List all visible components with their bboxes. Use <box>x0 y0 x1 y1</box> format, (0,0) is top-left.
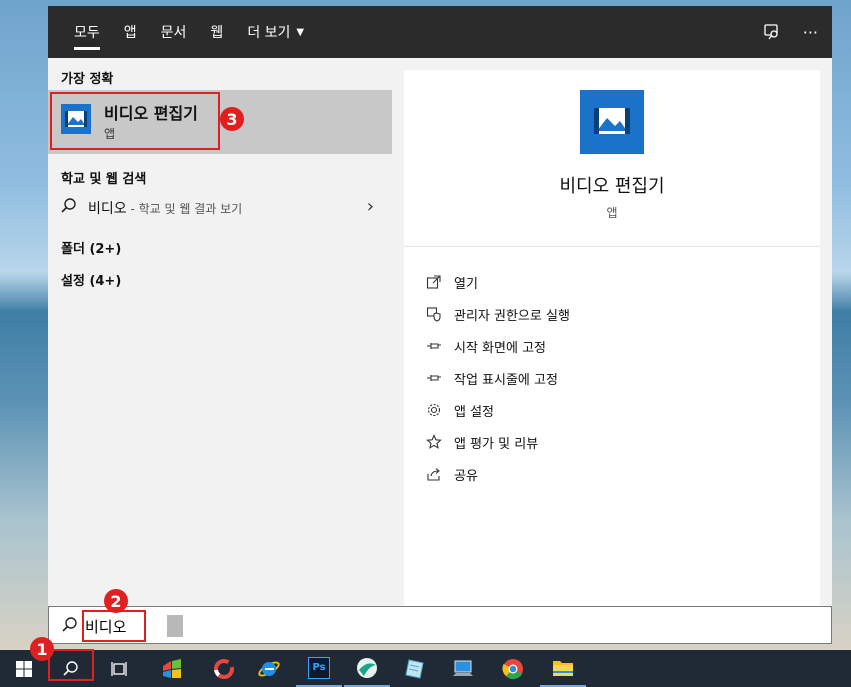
highlight-search-button <box>48 649 94 681</box>
feedback-icon[interactable] <box>763 23 781 41</box>
web-search-header: 학교 및 웹 검색 <box>61 172 147 187</box>
photoshop-icon: Ps <box>308 656 330 679</box>
action-label: 앱 평가 및 리뷰 <box>454 436 539 452</box>
action-label: 관리자 권한으로 실행 <box>454 308 570 324</box>
action-pin-start[interactable]: 시작 화면에 고정 <box>426 330 570 362</box>
tab-all[interactable]: 모두 <box>62 6 112 58</box>
chevron-right-icon[interactable]: › <box>367 196 374 217</box>
folders-header[interactable]: 폴더 (2+) <box>61 238 121 257</box>
chrome-icon <box>502 658 523 679</box>
internet-explorer-icon <box>258 661 280 676</box>
divider <box>404 246 820 247</box>
action-label: 열기 <box>454 276 478 292</box>
taskbar-app-photoshop[interactable]: Ps <box>296 650 342 687</box>
video-editor-large-icon <box>580 90 644 154</box>
taskbar-app-circle[interactable] <box>200 650 248 687</box>
folder-icon <box>553 660 573 676</box>
preview-app-name: 비디오 편집기 <box>559 176 665 197</box>
tab-web[interactable]: 웹 <box>198 6 235 58</box>
tab-label: 문서 <box>160 25 187 41</box>
tab-label: 모두 <box>74 25 100 41</box>
web-search-hint: - 학교 및 웹 결과 보기 <box>126 202 243 216</box>
highlight-search-text <box>82 610 146 642</box>
action-label: 시작 화면에 고정 <box>454 340 546 356</box>
web-search-item[interactable]: 비디오 - 학교 및 웹 결과 보기 › <box>48 190 392 224</box>
tab-documents[interactable]: 문서 <box>149 6 199 58</box>
highlight-best-match <box>50 92 220 150</box>
windows-flag-icon <box>163 658 181 678</box>
search-icon <box>60 197 78 219</box>
settings-header[interactable]: 설정 (4+) <box>61 270 121 289</box>
taskbar-app-ie[interactable] <box>246 650 292 687</box>
tab-label: 앱 <box>123 25 137 41</box>
gear-icon <box>426 402 454 418</box>
tab-label: 더 보기 <box>247 25 291 41</box>
preview-app-type: 앱 <box>606 206 618 220</box>
preview-pane: 비디오 편집기 앱 열기 관리자 권한으로 실행 시작 화면에 고정 작업 표시… <box>404 70 820 606</box>
windows-logo-icon <box>16 660 32 677</box>
search-tabs: 모두 앱 문서 웹 더 보기 ▼ <box>62 6 316 58</box>
more-options-button[interactable]: ··· <box>803 23 818 42</box>
action-open[interactable]: 열기 <box>426 266 570 298</box>
web-search-query: 비디오 <box>88 201 127 217</box>
text-cursor <box>167 615 183 637</box>
search-icon <box>61 616 79 638</box>
taskbar-app-notes[interactable] <box>392 650 438 687</box>
pin-icon <box>426 370 454 386</box>
step-badge-1: 1 <box>30 637 54 661</box>
taskbar: Ps <box>0 650 851 687</box>
step-badge-2: 2 <box>104 589 128 613</box>
app-ring-icon <box>214 658 234 679</box>
taskbar-app-file-explorer[interactable] <box>540 650 586 687</box>
open-icon <box>426 274 454 290</box>
tab-label: 웹 <box>210 25 224 41</box>
action-rate-review[interactable]: 앱 평가 및 리뷰 <box>426 426 570 458</box>
share-icon <box>426 466 454 482</box>
search-scope-bar: 모두 앱 문서 웹 더 보기 ▼ ··· <box>48 6 832 58</box>
step-badge-3: 3 <box>220 107 244 131</box>
best-match-header: 가장 정확 <box>61 72 114 87</box>
action-list: 열기 관리자 권한으로 실행 시작 화면에 고정 작업 표시줄에 고정 앱 설정… <box>426 266 570 490</box>
taskbar-app-computer[interactable] <box>440 650 486 687</box>
this-pc-icon <box>453 660 473 676</box>
swirl-app-icon <box>357 657 377 678</box>
taskbar-app-chrome[interactable] <box>490 650 536 687</box>
tab-more[interactable]: 더 보기 ▼ <box>235 6 316 58</box>
tab-apps[interactable]: 앱 <box>112 6 149 58</box>
shield-icon <box>426 306 454 322</box>
caret-down-icon: ▼ <box>296 26 305 38</box>
action-share[interactable]: 공유 <box>426 458 570 490</box>
task-view-icon <box>111 661 127 676</box>
taskbar-search-box <box>48 606 832 644</box>
action-run-as-admin[interactable]: 관리자 권한으로 실행 <box>426 298 570 330</box>
task-view-button[interactable] <box>96 650 142 687</box>
star-icon <box>426 434 454 450</box>
action-label: 공유 <box>454 468 478 484</box>
action-app-settings[interactable]: 앱 설정 <box>426 394 570 426</box>
taskbar-app-windows-flag[interactable] <box>148 650 196 687</box>
action-pin-taskbar[interactable]: 작업 표시줄에 고정 <box>426 362 570 394</box>
action-label: 작업 표시줄에 고정 <box>454 372 558 388</box>
taskbar-app-swirl[interactable] <box>344 650 390 687</box>
pin-icon <box>426 338 454 354</box>
action-label: 앱 설정 <box>454 404 495 420</box>
notes-app-icon <box>405 658 424 679</box>
